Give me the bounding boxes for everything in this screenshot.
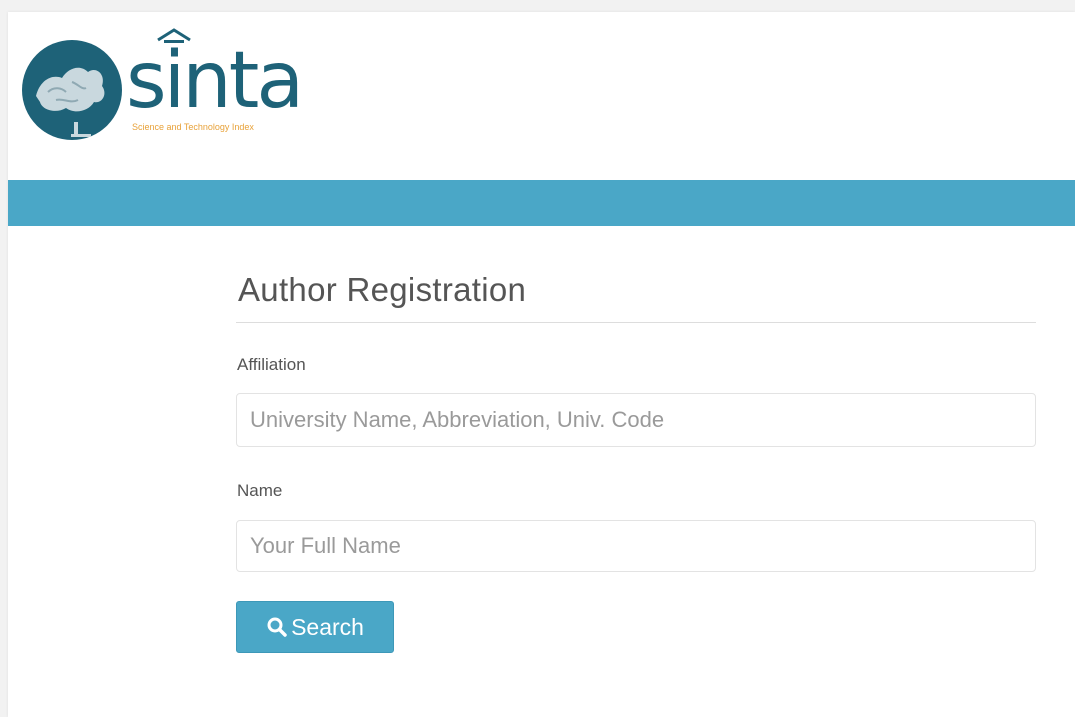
- name-label: Name: [237, 481, 283, 500]
- search-button-label: Search: [291, 613, 364, 640]
- logo-tagline: Science and Technology Index: [132, 122, 254, 132]
- affiliation-label: Affiliation: [237, 355, 306, 374]
- navbar: [8, 180, 1075, 226]
- author-registration-form: Author Registration Affiliation Name Sea…: [236, 270, 1036, 653]
- header: sinta Science and Technology Index: [8, 12, 1075, 180]
- search-button[interactable]: Search: [236, 601, 394, 653]
- logo-wordmark: sinta: [126, 36, 304, 126]
- search-icon: [267, 617, 287, 637]
- name-input[interactable]: [236, 520, 1036, 572]
- page-title: Author Registration: [236, 270, 1036, 323]
- map-globe-icon: [22, 40, 122, 140]
- affiliation-input[interactable]: [236, 393, 1036, 447]
- sinta-logo[interactable]: sinta Science and Technology Index: [22, 28, 342, 146]
